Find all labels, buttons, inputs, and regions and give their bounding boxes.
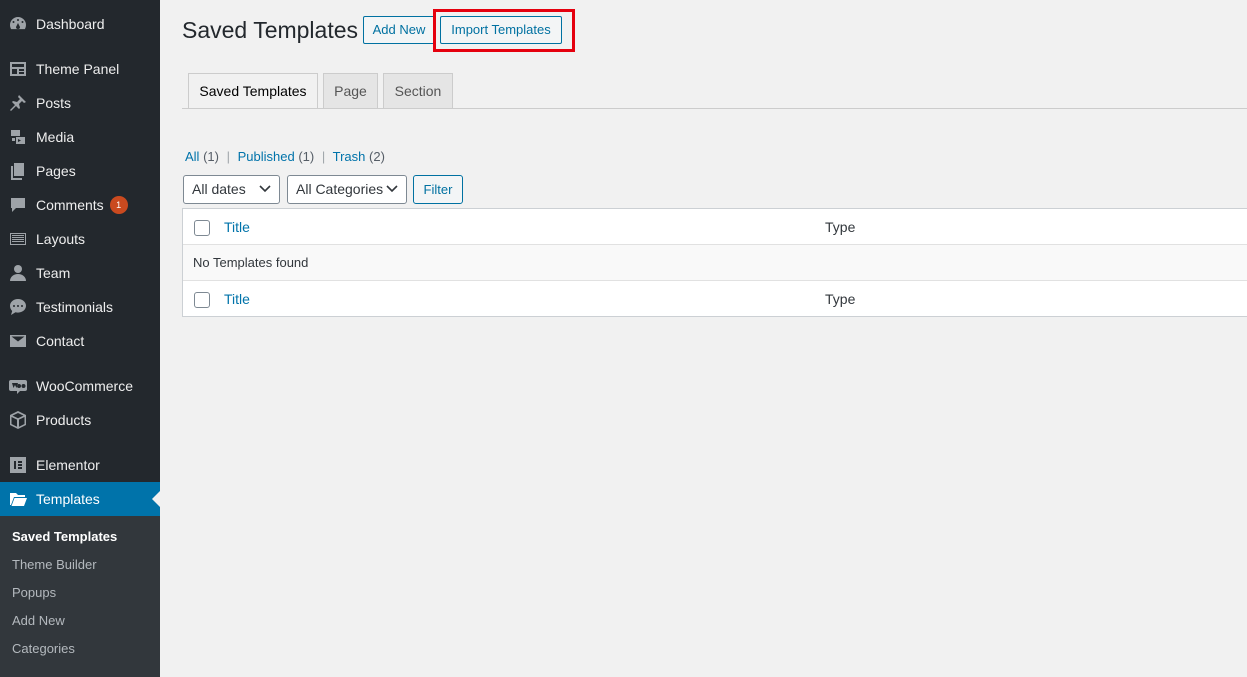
sidebar-item-label: Contact bbox=[36, 333, 85, 349]
submenu-item-theme-builder[interactable]: Theme Builder bbox=[12, 555, 97, 575]
sidebar-item-label: Layouts bbox=[36, 231, 86, 247]
chevron-down-icon bbox=[259, 185, 271, 193]
sidebar-item-label: Dashboard bbox=[36, 16, 105, 32]
status-count-trash: (2) bbox=[369, 149, 385, 164]
table-row: No Templates found bbox=[183, 245, 1247, 281]
envelope-icon bbox=[0, 324, 36, 358]
pushpin-icon bbox=[0, 86, 36, 120]
sidebar-item-label: Pages bbox=[36, 163, 76, 179]
theme-panel-icon bbox=[0, 52, 36, 86]
sidebar-item-label: Comments bbox=[36, 197, 104, 213]
submenu-item-add-new[interactable]: Add New bbox=[12, 611, 65, 631]
empty-message: No Templates found bbox=[193, 255, 309, 270]
status-link-published[interactable]: Published bbox=[238, 149, 295, 164]
tab-section[interactable]: Section bbox=[383, 73, 453, 109]
sidebar-item-label: Team bbox=[36, 265, 71, 281]
sidebar-item-label: Products bbox=[36, 412, 92, 428]
sidebar-item-team[interactable]: Team bbox=[0, 256, 160, 290]
select-all-checkbox[interactable] bbox=[194, 220, 210, 236]
sidebar-item-layouts[interactable]: Layouts bbox=[0, 222, 160, 256]
sidebar-item-comments[interactable]: Comments 1 bbox=[0, 188, 160, 222]
sidebar-item-label: Templates bbox=[36, 491, 100, 507]
comments-count-badge: 1 bbox=[109, 196, 128, 214]
type-column-footer: Type bbox=[825, 291, 856, 307]
status-separator: | bbox=[226, 149, 230, 164]
team-icon bbox=[0, 256, 36, 290]
status-link-all[interactable]: All bbox=[185, 149, 199, 164]
submenu-item-saved-templates[interactable]: Saved Templates bbox=[12, 527, 117, 547]
elementor-icon bbox=[0, 448, 36, 482]
status-link-trash[interactable]: Trash bbox=[333, 149, 366, 164]
submenu-item-categories[interactable]: Categories bbox=[12, 639, 75, 659]
sidebar-item-elementor[interactable]: Elementor bbox=[0, 448, 160, 482]
sidebar-item-theme-panel[interactable]: Theme Panel bbox=[0, 52, 160, 86]
select-all-checkbox-footer[interactable] bbox=[194, 292, 210, 308]
sidebar-item-media[interactable]: Media bbox=[0, 120, 160, 154]
sidebar-item-products[interactable]: Products bbox=[0, 403, 160, 437]
title-column-footer[interactable]: Title bbox=[224, 281, 250, 317]
layouts-icon bbox=[0, 222, 36, 256]
table-header-row: Title Type bbox=[183, 209, 1247, 245]
table-footer-row: Title Type bbox=[183, 281, 1247, 317]
dates-select[interactable]: All dates bbox=[183, 175, 280, 204]
sidebar-item-label: Media bbox=[36, 129, 75, 145]
folder-open-icon bbox=[0, 482, 36, 516]
type-column-header: Type bbox=[825, 219, 856, 235]
status-separator: | bbox=[321, 149, 326, 164]
admin-sidebar: Dashboard Theme Panel Posts Media Pages … bbox=[0, 0, 160, 677]
sidebar-item-testimonials[interactable]: Testimonials bbox=[0, 290, 160, 324]
sidebar-item-woocommerce[interactable]: WooCommerce bbox=[0, 369, 160, 403]
title-column-header[interactable]: Title bbox=[224, 209, 250, 245]
sidebar-item-label: Elementor bbox=[36, 457, 100, 473]
dates-select-value: All dates bbox=[192, 181, 246, 197]
sidebar-item-templates[interactable]: Templates bbox=[0, 482, 160, 516]
dashboard-icon bbox=[0, 7, 36, 41]
sidebar-item-label: WooCommerce bbox=[36, 378, 133, 394]
sidebar-item-label: Testimonials bbox=[36, 299, 114, 315]
chevron-down-icon bbox=[386, 185, 398, 193]
submenu-item-popups[interactable]: Popups bbox=[12, 583, 56, 603]
categories-select[interactable]: All Categories bbox=[287, 175, 407, 204]
sidebar-item-label: Theme Panel bbox=[36, 61, 120, 77]
templates-table: Title Type No Templates found Title Type bbox=[182, 208, 1247, 317]
testimonials-icon bbox=[0, 290, 36, 324]
tabs-divider bbox=[182, 108, 1247, 109]
status-count-published: (1) bbox=[298, 149, 315, 164]
status-filter-links: All (1) | Published (1) | Trash (2) bbox=[185, 149, 385, 164]
tab-saved-templates[interactable]: Saved Templates bbox=[188, 73, 318, 109]
sidebar-item-pages[interactable]: Pages bbox=[0, 154, 160, 188]
add-new-button[interactable]: Add New bbox=[363, 16, 435, 44]
sidebar-item-label: Posts bbox=[36, 95, 72, 111]
categories-select-value: All Categories bbox=[296, 181, 384, 197]
pages-icon bbox=[0, 154, 36, 188]
products-icon bbox=[0, 403, 36, 437]
import-templates-button[interactable]: Import Templates bbox=[440, 16, 562, 44]
filter-button[interactable]: Filter bbox=[413, 175, 463, 204]
sidebar-item-posts[interactable]: Posts bbox=[0, 86, 160, 120]
sidebar-item-dashboard[interactable]: Dashboard bbox=[0, 7, 160, 41]
templates-submenu: Saved Templates Theme Builder Popups Add… bbox=[0, 516, 160, 677]
tab-page[interactable]: Page bbox=[323, 73, 378, 109]
page-title: Saved Templates bbox=[182, 17, 359, 43]
status-count-all: (1) bbox=[203, 149, 219, 164]
media-icon bbox=[0, 120, 36, 154]
woocommerce-icon bbox=[0, 369, 36, 403]
comments-icon bbox=[0, 188, 36, 222]
sidebar-item-contact[interactable]: Contact bbox=[0, 324, 160, 358]
